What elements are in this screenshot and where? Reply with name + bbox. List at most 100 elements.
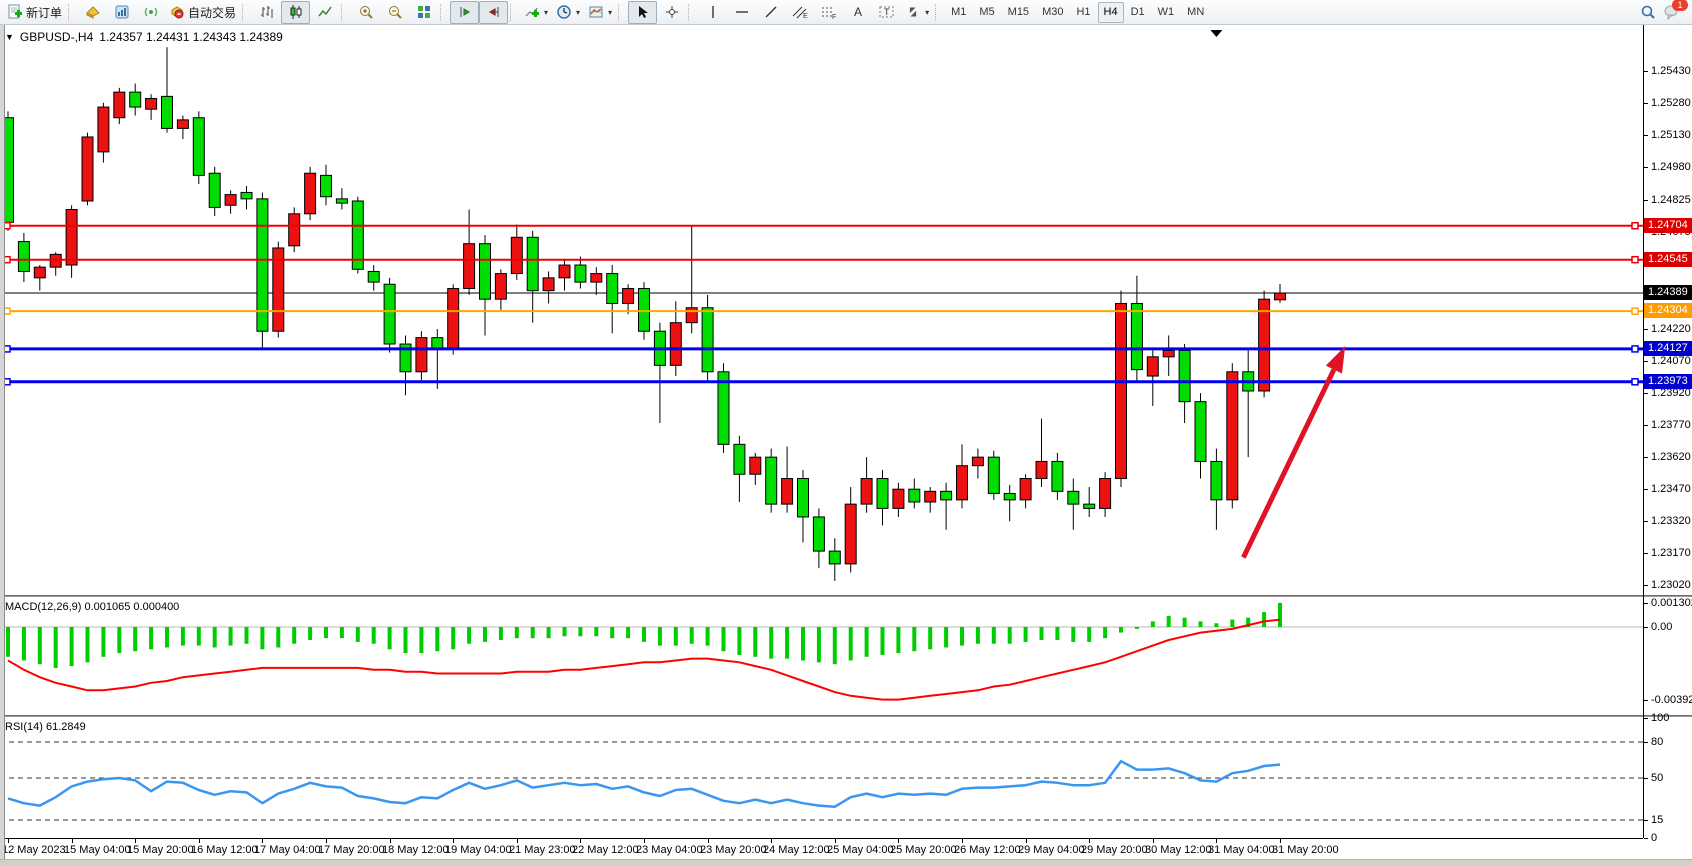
price-tick-label: 1.23020 [1651,579,1691,592]
cursor-button[interactable] [628,1,657,24]
zoom-in-button[interactable] [351,1,380,24]
arrow-objects-button[interactable]: ▾ [901,1,933,24]
fibonacci-button[interactable]: F [814,1,843,24]
price-tick-label: 1.24825 [1651,194,1691,207]
auto-scroll-button[interactable] [450,1,479,24]
price-tag: 1.24304 [1644,303,1692,318]
rsi-zero-line [0,838,1643,839]
time-label: 25 May 20:00 [890,844,957,856]
macd-tick-label: -0.003925 [1651,694,1692,707]
text-label-button[interactable]: T [872,1,901,24]
indicators-button[interactable]: ▾ [520,1,552,24]
tab-timeframe-D1[interactable]: D1 [1125,2,1151,23]
time-tick [835,839,836,843]
new-order-button[interactable]: 新订单 [3,1,66,24]
tab-timeframe-H1[interactable]: H1 [1070,2,1096,23]
axis-tick [1644,167,1648,168]
axis-tick [1644,820,1648,821]
macd-label: MACD(12,26,9) 0.001065 0.000400 [5,601,179,613]
panel-divider[interactable] [0,595,1692,597]
svg-text:T: T [884,7,890,17]
time-label: 17 May 20:00 [318,844,385,856]
crosshair-button[interactable] [657,1,686,24]
toolbar-separator [688,4,696,21]
price-tick-label: 1.24220 [1651,323,1691,336]
period-clock-button[interactable]: ▾ [552,1,584,24]
rsi-tick-label: 15 [1651,814,1663,827]
tab-timeframe-H4[interactable]: H4 [1098,2,1124,23]
toolbar-separator [440,4,448,21]
axis-tick [1644,627,1648,628]
bar-chart-button[interactable] [252,1,281,24]
tab-timeframe-M30[interactable]: M30 [1036,2,1069,23]
macd-tick-label: 0.00 [1651,621,1672,634]
main-chart[interactable] [0,27,1643,597]
collapse-triangle-icon[interactable]: ▼ [5,32,14,42]
market-watch-button[interactable] [107,1,136,24]
autotrading-button[interactable]: 自动交易 [165,1,240,24]
chat-icon[interactable]: 1 [1663,4,1681,20]
time-tick [580,839,581,843]
time-label: 18 May 12:00 [382,844,449,856]
toolbar-separator [510,4,518,21]
time-tick [8,839,9,843]
trendline-button[interactable] [756,1,785,24]
zoom-out-button[interactable] [380,1,409,24]
styles-bucket-icon [85,4,101,20]
tab-timeframe-M15[interactable]: M15 [1002,2,1035,23]
time-tick [708,839,709,843]
channel-button[interactable]: E [785,1,814,24]
autotrading-label: 自动交易 [188,4,236,21]
price-tag: 1.24545 [1644,252,1692,267]
tile-windows-button[interactable] [409,1,438,24]
time-label: 24 May 12:00 [763,844,830,856]
line-chart-button[interactable] [310,1,339,24]
time-tick [326,839,327,843]
tab-timeframe-MN[interactable]: MN [1181,2,1210,23]
price-tick-label: 1.23320 [1651,515,1691,528]
tab-timeframe-W1[interactable]: W1 [1152,2,1181,23]
time-label: 26 May 12:00 [954,844,1021,856]
axis-tick [1644,603,1648,604]
time-tick [1280,839,1281,843]
tab-timeframe-M1[interactable]: M1 [945,2,972,23]
price-tick-label: 1.25280 [1651,97,1691,110]
panel-divider[interactable] [0,715,1692,717]
rsi-panel[interactable] [0,717,1643,838]
vertical-line-button[interactable] [698,1,727,24]
signals-button[interactable] [136,1,165,24]
toolbar-separator [341,4,349,21]
toolbar-separator [618,4,626,21]
candlestick-chart-button[interactable] [281,1,310,24]
text-button[interactable]: A [843,1,872,24]
window-edge [0,25,5,865]
tab-timeframe-M5[interactable]: M5 [973,2,1000,23]
rsi-tick-label: 50 [1651,772,1663,785]
axis-tick [1644,135,1648,136]
time-label: 25 May 04:00 [827,844,894,856]
horizontal-line-button[interactable] [727,1,756,24]
price-tag: 1.24704 [1644,218,1692,233]
template-icon [588,4,604,20]
price-tag: 1.24389 [1644,285,1692,300]
price-tag: 1.24127 [1644,341,1692,356]
time-label: 22 May 12:00 [572,844,639,856]
price-tick-label: 1.24070 [1651,355,1691,368]
styles-button[interactable] [78,1,107,24]
search-icon[interactable] [1640,4,1657,21]
time-label: 31 May 04:00 [1208,844,1275,856]
time-label: 16 May 12:00 [191,844,258,856]
template-button[interactable]: ▾ [584,1,616,24]
chart-shift-button[interactable] [479,1,508,24]
time-tick [1026,839,1027,843]
time-label: 17 May 04:00 [254,844,321,856]
bar-chart-icon [259,4,275,20]
axis-tick [1644,361,1648,362]
axis-tick [1644,457,1648,458]
toolbar-separator [242,4,250,21]
axis-tick [1644,521,1648,522]
macd-panel[interactable] [0,597,1643,715]
rsi-tick-label: 100 [1651,712,1669,725]
time-tick [199,839,200,843]
price-tag: 1.23973 [1644,374,1692,389]
